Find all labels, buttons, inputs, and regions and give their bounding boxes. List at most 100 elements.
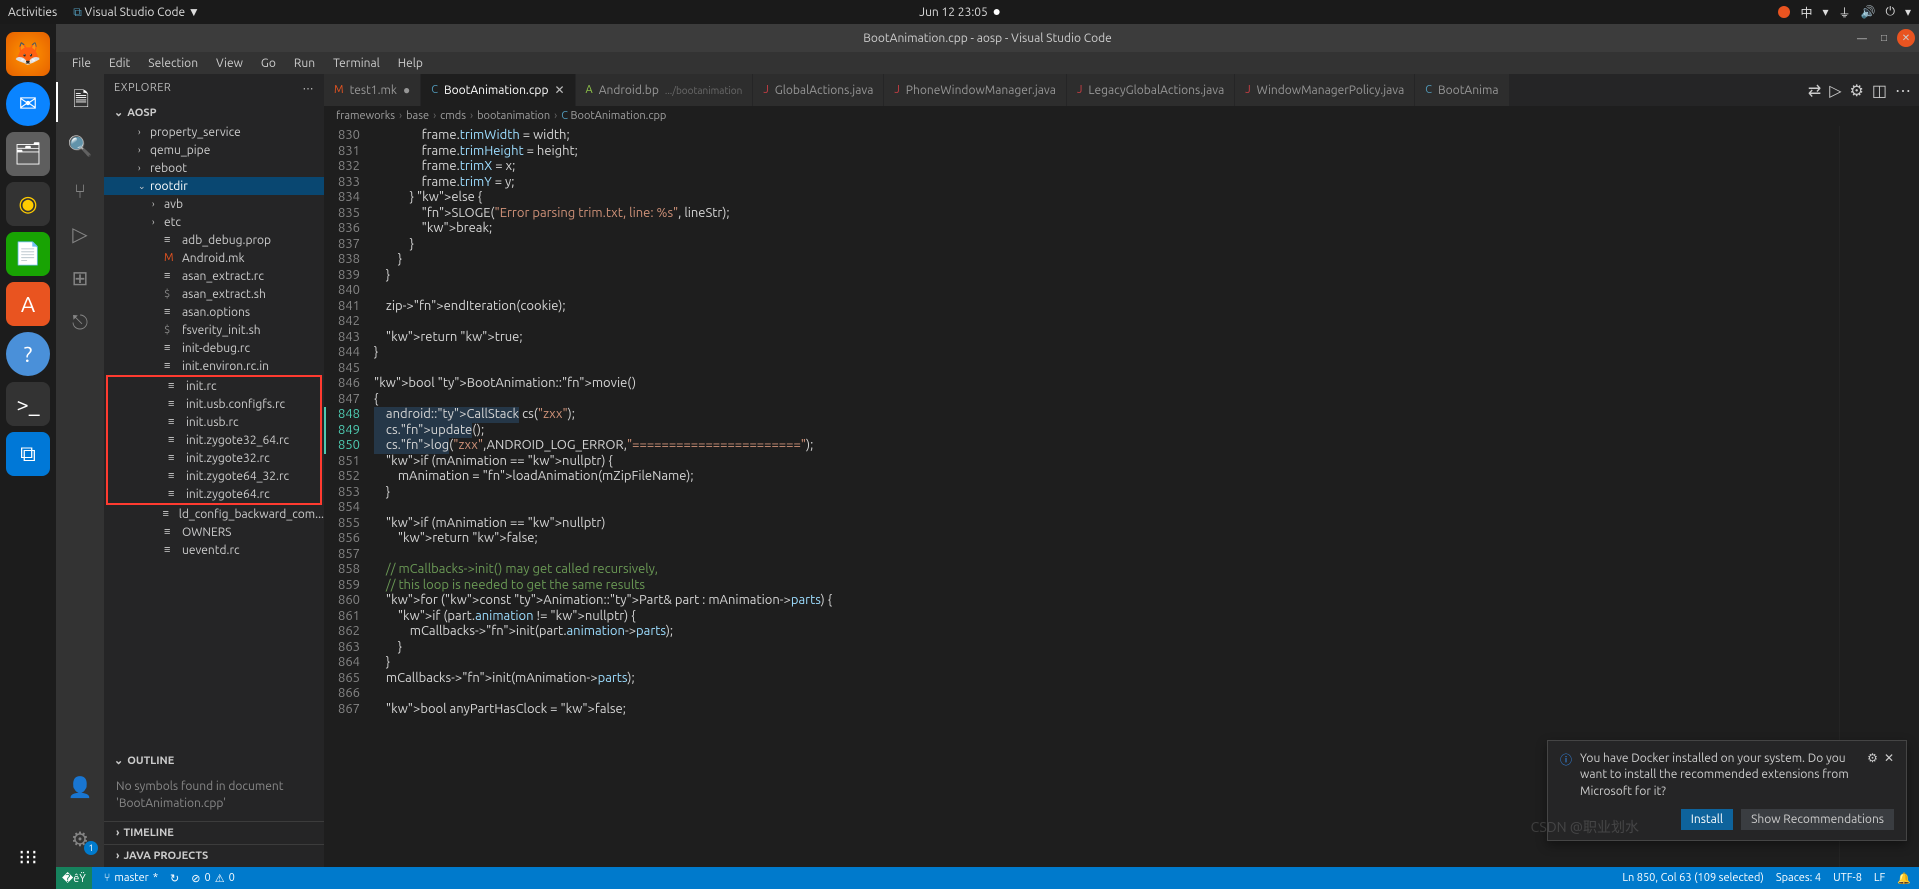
- timeline-section[interactable]: › TIMELINE: [104, 821, 324, 844]
- git-sync[interactable]: ↻: [170, 872, 179, 885]
- tab-test1-mk[interactable]: Mtest1.mk●: [324, 74, 421, 106]
- menu-edit[interactable]: Edit: [101, 55, 138, 72]
- dock-files[interactable]: 🗂: [6, 132, 50, 176]
- problems[interactable]: ⊘ 0 ⚠ 0: [191, 872, 235, 885]
- activity-remote[interactable]: ⎋: [56, 302, 104, 342]
- close-icon[interactable]: ✕: [554, 83, 564, 97]
- menu-go[interactable]: Go: [253, 55, 284, 72]
- menu-view[interactable]: View: [208, 55, 251, 72]
- tab-android-bp[interactable]: AAndroid.bp.../bootanimation: [576, 74, 754, 106]
- file-item[interactable]: ≡init-debug.rc: [104, 339, 324, 357]
- explorer-more-icon[interactable]: ⋯: [303, 82, 315, 95]
- file-item[interactable]: ≡ld_config_backward_com...: [104, 505, 324, 523]
- compare-icon[interactable]: ⇄: [1808, 81, 1821, 100]
- tab-windowmanagerpolicy-java[interactable]: JWindowManagerPolicy.java: [1235, 74, 1415, 106]
- folder-item[interactable]: › reboot: [104, 159, 324, 177]
- clock[interactable]: Jun 12 23:05: [919, 6, 988, 19]
- cursor-position[interactable]: Ln 850, Col 63 (109 selected): [1622, 872, 1764, 884]
- dock-thunderbird[interactable]: ✉: [6, 82, 50, 126]
- window-minimize[interactable]: —: [1853, 29, 1871, 47]
- notification-close-icon[interactable]: ✕: [1884, 751, 1894, 765]
- tab-globalactions-java[interactable]: JGlobalActions.java: [753, 74, 884, 106]
- file-item[interactable]: $fsverity_init.sh: [104, 321, 324, 339]
- breadcrumb[interactable]: frameworks›base›cmds›bootanimation›C Boo…: [324, 106, 1919, 126]
- file-item[interactable]: ≡asan_extract.rc: [104, 267, 324, 285]
- file-item[interactable]: ≡ueventd.rc: [104, 541, 324, 559]
- breadcrumb-item[interactable]: frameworks: [336, 110, 395, 122]
- breadcrumb-item[interactable]: base: [406, 110, 429, 122]
- breadcrumb-item[interactable]: C BootAnimation.cpp: [561, 110, 666, 122]
- chevron-right-icon: ›: [116, 850, 119, 862]
- dock-software[interactable]: A: [6, 282, 50, 326]
- file-item[interactable]: ≡OWNERS: [104, 523, 324, 541]
- dock-firefox[interactable]: 🦊: [6, 32, 50, 76]
- menu-selection[interactable]: Selection: [140, 55, 206, 72]
- file-item[interactable]: ≡init.usb.rc: [108, 413, 320, 431]
- encoding[interactable]: UTF-8: [1833, 872, 1862, 884]
- dock-show-apps[interactable]: ⁝⁝⁝: [6, 835, 50, 879]
- menu-file[interactable]: File: [64, 55, 99, 72]
- tab-phonewindowmanager-java[interactable]: JPhoneWindowManager.java: [884, 74, 1067, 106]
- more-icon[interactable]: ⋯: [1895, 81, 1911, 100]
- window-close[interactable]: ✕: [1897, 29, 1915, 47]
- network-icon[interactable]: ⏚: [1839, 4, 1851, 21]
- java-projects-section[interactable]: › JAVA PROJECTS: [104, 844, 324, 867]
- file-item[interactable]: ≡init.usb.configfs.rc: [108, 395, 320, 413]
- file-item[interactable]: ≡asan.options: [104, 303, 324, 321]
- file-item[interactable]: $asan_extract.sh: [104, 285, 324, 303]
- activity-run-debug[interactable]: ▷: [56, 214, 104, 254]
- file-item[interactable]: ≡init.zygote32.rc: [108, 449, 320, 467]
- file-item[interactable]: ≡adb_debug.prop: [104, 231, 324, 249]
- install-button[interactable]: Install: [1681, 809, 1733, 830]
- menu-run[interactable]: Run: [286, 55, 323, 72]
- activity-account[interactable]: 👤: [56, 767, 104, 807]
- eol[interactable]: LF: [1874, 872, 1885, 884]
- run-icon[interactable]: ▷: [1829, 81, 1841, 100]
- activity-source-control[interactable]: ⑂: [56, 170, 104, 210]
- dock-rhythmbox[interactable]: ◉: [6, 182, 50, 226]
- input-method[interactable]: 中: [1800, 4, 1812, 21]
- dock-terminal[interactable]: >_: [6, 382, 50, 426]
- split-icon[interactable]: ◫: [1872, 81, 1887, 100]
- dock-writer[interactable]: 📄: [6, 232, 50, 276]
- file-item[interactable]: ≡init.zygote64.rc: [108, 485, 320, 503]
- breadcrumb-item[interactable]: bootanimation: [477, 110, 550, 122]
- file-item[interactable]: ≡init.zygote64_32.rc: [108, 467, 320, 485]
- power-icon[interactable]: ⏻: [1885, 5, 1895, 19]
- outline-section[interactable]: ⌄ OUTLINE: [104, 750, 324, 771]
- file-item[interactable]: MAndroid.mk: [104, 249, 324, 267]
- activity-search[interactable]: 🔍: [56, 126, 104, 166]
- indentation[interactable]: Spaces: 4: [1776, 872, 1821, 884]
- tab-bootanima[interactable]: CBootAnima: [1415, 74, 1509, 106]
- folder-item[interactable]: › etc: [104, 213, 324, 231]
- activity-extensions[interactable]: ⊞: [56, 258, 104, 298]
- folder-item[interactable]: ⌄ rootdir: [104, 177, 324, 195]
- menu-terminal[interactable]: Terminal: [325, 55, 388, 72]
- file-item[interactable]: ≡init.environ.rc.in: [104, 357, 324, 375]
- notification-gear-icon[interactable]: ⚙: [1867, 751, 1878, 765]
- remote-indicator[interactable]: �êŸ: [56, 867, 92, 889]
- file-item[interactable]: ≡init.zygote32_64.rc: [108, 431, 320, 449]
- app-menu[interactable]: ⧉ Visual Studio Code ▼: [73, 5, 200, 20]
- notifications-bell[interactable]: 🔔: [1897, 872, 1911, 885]
- activity-settings[interactable]: ⚙1: [56, 819, 104, 859]
- git-branch[interactable]: ⑂ master*: [104, 872, 158, 884]
- folder-item[interactable]: › avb: [104, 195, 324, 213]
- show-recommendations-button[interactable]: Show Recommendations: [1741, 809, 1894, 830]
- activities-button[interactable]: Activities: [8, 6, 57, 19]
- dock-vscode[interactable]: ⧉: [6, 432, 50, 476]
- status-indicator[interactable]: [1778, 6, 1790, 18]
- window-maximize[interactable]: □: [1875, 29, 1893, 47]
- folder-item[interactable]: › property_service: [104, 123, 324, 141]
- volume-icon[interactable]: 🔊: [1861, 5, 1876, 19]
- folder-item[interactable]: › qemu_pipe: [104, 141, 324, 159]
- file-item[interactable]: ≡init.rc: [108, 377, 320, 395]
- activity-explorer[interactable]: 🗎: [56, 82, 104, 122]
- breadcrumb-item[interactable]: cmds: [440, 110, 466, 122]
- settings-icon[interactable]: ⚙: [1850, 81, 1864, 100]
- tab-bootanimation-cpp[interactable]: CBootAnimation.cpp✕: [421, 74, 575, 106]
- project-section[interactable]: ⌄ AOSP: [104, 102, 324, 123]
- dock-help[interactable]: ?: [6, 332, 50, 376]
- tab-legacyglobalactions-java[interactable]: JLegacyGlobalActions.java: [1067, 74, 1235, 106]
- menu-help[interactable]: Help: [390, 55, 431, 72]
